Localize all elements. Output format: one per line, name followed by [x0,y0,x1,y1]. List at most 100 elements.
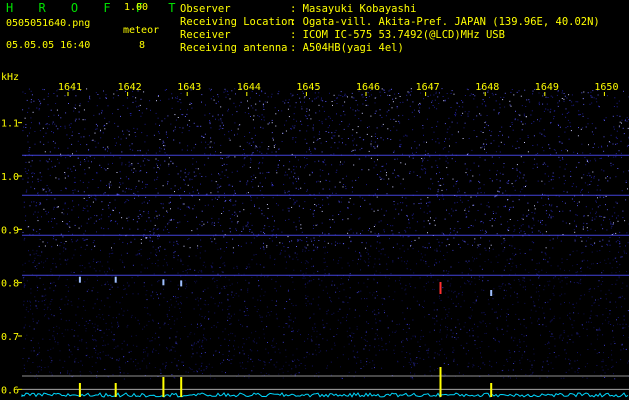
noise-dot [455,112,456,114]
noise-dot [604,344,605,346]
noise-dot [342,301,344,303]
noise-dot [48,158,50,160]
noise-dot [84,119,86,121]
noise-dot [27,300,28,302]
noise-dot [622,210,624,212]
noise-dot [139,368,141,370]
noise-dot [175,300,177,302]
noise-dot [185,283,187,285]
noise-dot [275,236,277,238]
noise-dot [265,348,267,350]
noise-dot [566,259,568,260]
noise-dot [113,243,115,245]
noise-dot [377,209,379,211]
noise-dot [118,358,120,360]
noise-dot [36,276,38,278]
noise-dot [401,341,403,343]
noise-dot [557,265,559,267]
noise-dot [462,112,464,114]
noise-dot [499,103,501,105]
noise-dot [54,147,56,149]
noise-dot [446,239,448,241]
noise-dot [236,222,238,224]
noise-dot [474,291,476,293]
noise-dot [185,371,187,373]
noise-dot [566,112,568,114]
noise-dot [48,318,50,320]
noise-dot [511,258,513,260]
noise-dot [597,315,598,317]
noise-dot [118,313,120,315]
noise-dot [587,237,589,239]
noise-dot [342,142,343,144]
noise-dot [261,152,263,154]
noise-dot [547,216,549,218]
noise-dot [211,223,213,225]
noise-dot [354,149,356,151]
noise-dot [573,104,575,106]
observer-label: Observer [180,3,231,15]
noise-dot [487,280,489,282]
noise-dot [263,266,265,268]
noise-dot [156,171,158,173]
noise-dot [321,280,323,282]
noise-dot [196,228,198,230]
noise-dot [227,294,229,296]
noise-dot [559,210,561,212]
noise-dot [496,170,498,172]
noise-dot [274,351,276,353]
noise-dot [547,363,549,365]
noise-dot [191,230,193,232]
noise-dot [410,276,412,278]
noise-dot [263,215,265,217]
noise-dot [286,301,288,302]
noise-dot [323,110,325,112]
noise-dot [30,90,32,92]
noise-dot [295,156,296,158]
noise-dot [559,268,561,270]
noise-dot [73,206,75,208]
noise-dot [248,143,250,145]
noise-dot [57,278,59,280]
noise-dot [577,333,579,335]
noise-dot [110,293,111,295]
noise-dot [400,202,402,204]
noise-dot [193,343,195,345]
noise-dot [380,137,382,139]
noise-dot [367,265,369,267]
noise-dot [429,156,431,158]
noise-dot [618,126,620,128]
noise-dot [77,347,79,349]
noise-dot [472,302,474,304]
noise-dot [223,163,225,165]
noise-dot [382,139,384,141]
noise-dot [540,118,542,120]
noise-dot [113,155,115,157]
noise-dot [318,344,320,346]
noise-dot [622,282,624,284]
noise-dot [289,161,291,163]
noise-dot [250,242,252,244]
noise-dot [551,204,553,206]
noise-dot [26,306,28,308]
noise-dot [298,188,300,190]
noise-dot [331,280,333,282]
noise-dot [275,281,277,283]
noise-dot [482,280,484,282]
noise-dot [154,224,156,226]
noise-dot [104,284,106,286]
noise-dot [266,315,267,317]
noise-dot [80,271,82,273]
noise-dot [154,217,156,219]
noise-dot [454,202,456,204]
noise-dot [24,284,26,286]
noise-dot [126,252,128,254]
noise-dot [103,228,105,230]
noise-dot [350,241,352,243]
noise-dot [368,349,370,351]
noise-dot [95,92,97,94]
noise-dot [451,336,453,338]
noise-dot [221,122,223,124]
noise-dot [86,238,88,240]
noise-dot [454,114,456,116]
